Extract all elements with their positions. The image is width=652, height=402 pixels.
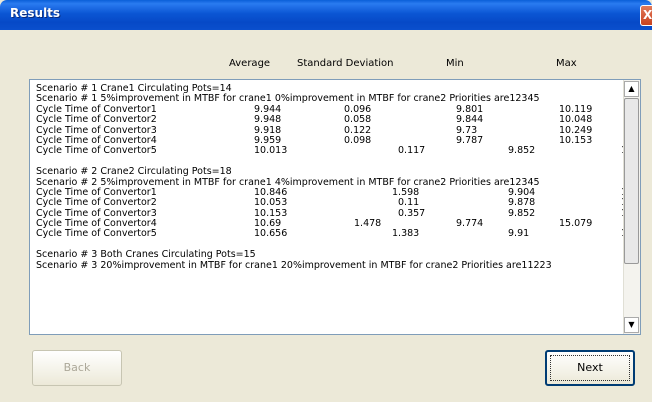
column-headers: Average Standard Deviation Min Max: [0, 58, 652, 72]
value-max: 10.153: [559, 134, 593, 146]
result-row: Cycle Time of Convertor2 9.948 0.058 9.844 1…: [36, 114, 626, 125]
row-label: Cycle Time of Convertor5: [36, 145, 157, 157]
column-header-average: Average: [229, 58, 271, 69]
result-text-line: Scenario # 2 Crane2 Circulating Pots=18: [36, 166, 626, 178]
column-header-min: Min: [446, 58, 464, 69]
results-lines: Scenario # 1 Crane1 Circulating Pots=14 S…: [36, 83, 640, 271]
value-std: 0.098: [344, 134, 372, 146]
result-text-line: Scenario # 3 20%improvement in MTBF for …: [36, 259, 626, 271]
value-max: 15.079: [559, 218, 593, 230]
next-button[interactable]: Next: [545, 350, 635, 386]
value-average: 10.013: [254, 145, 288, 157]
results-listbox[interactable]: Scenario # 1 Crane1 Circulating Pots=14 S…: [29, 79, 641, 335]
value-min: 9.787: [456, 134, 484, 146]
window-title: Results: [10, 6, 61, 20]
result-row: Cycle Time of Convertor5 10.013 0.117 9.852…: [36, 145, 640, 157]
value-average: 10.656: [254, 228, 288, 240]
value-std: 1.478: [354, 218, 382, 230]
value-min: 9.852: [508, 145, 536, 157]
scroll-thumb[interactable]: [624, 98, 639, 264]
title-bar: Results X: [0, 0, 652, 30]
next-button-label: Next: [577, 361, 603, 374]
scroll-up-icon[interactable]: ▲: [624, 81, 639, 97]
column-header-std: Standard Deviation: [297, 58, 394, 69]
column-header-max: Max: [556, 58, 577, 69]
row-label: Scenario # 2 Crane2 Circulating Pots=18: [36, 166, 232, 178]
value-std: 1.383: [392, 228, 420, 240]
value-std: 0.357: [398, 207, 426, 219]
vertical-scrollbar[interactable]: ▲ ▼: [623, 80, 640, 334]
value-min: 9.852: [508, 207, 536, 219]
close-button[interactable]: X: [640, 5, 652, 26]
close-icon: X: [643, 8, 652, 22]
value-min: 9.91: [508, 228, 530, 240]
value-std: 0.117: [398, 145, 426, 157]
back-button[interactable]: Back: [32, 350, 122, 386]
row-label: Cycle Time of Convertor5: [36, 228, 157, 240]
scroll-down-icon[interactable]: ▼: [624, 317, 639, 333]
row-label: Scenario # 3 20%improvement in MTBF for …: [36, 259, 552, 271]
result-row: Cycle Time of Convertor510.6561.3839.911…: [36, 228, 640, 240]
value-min: 9.774: [456, 218, 484, 230]
